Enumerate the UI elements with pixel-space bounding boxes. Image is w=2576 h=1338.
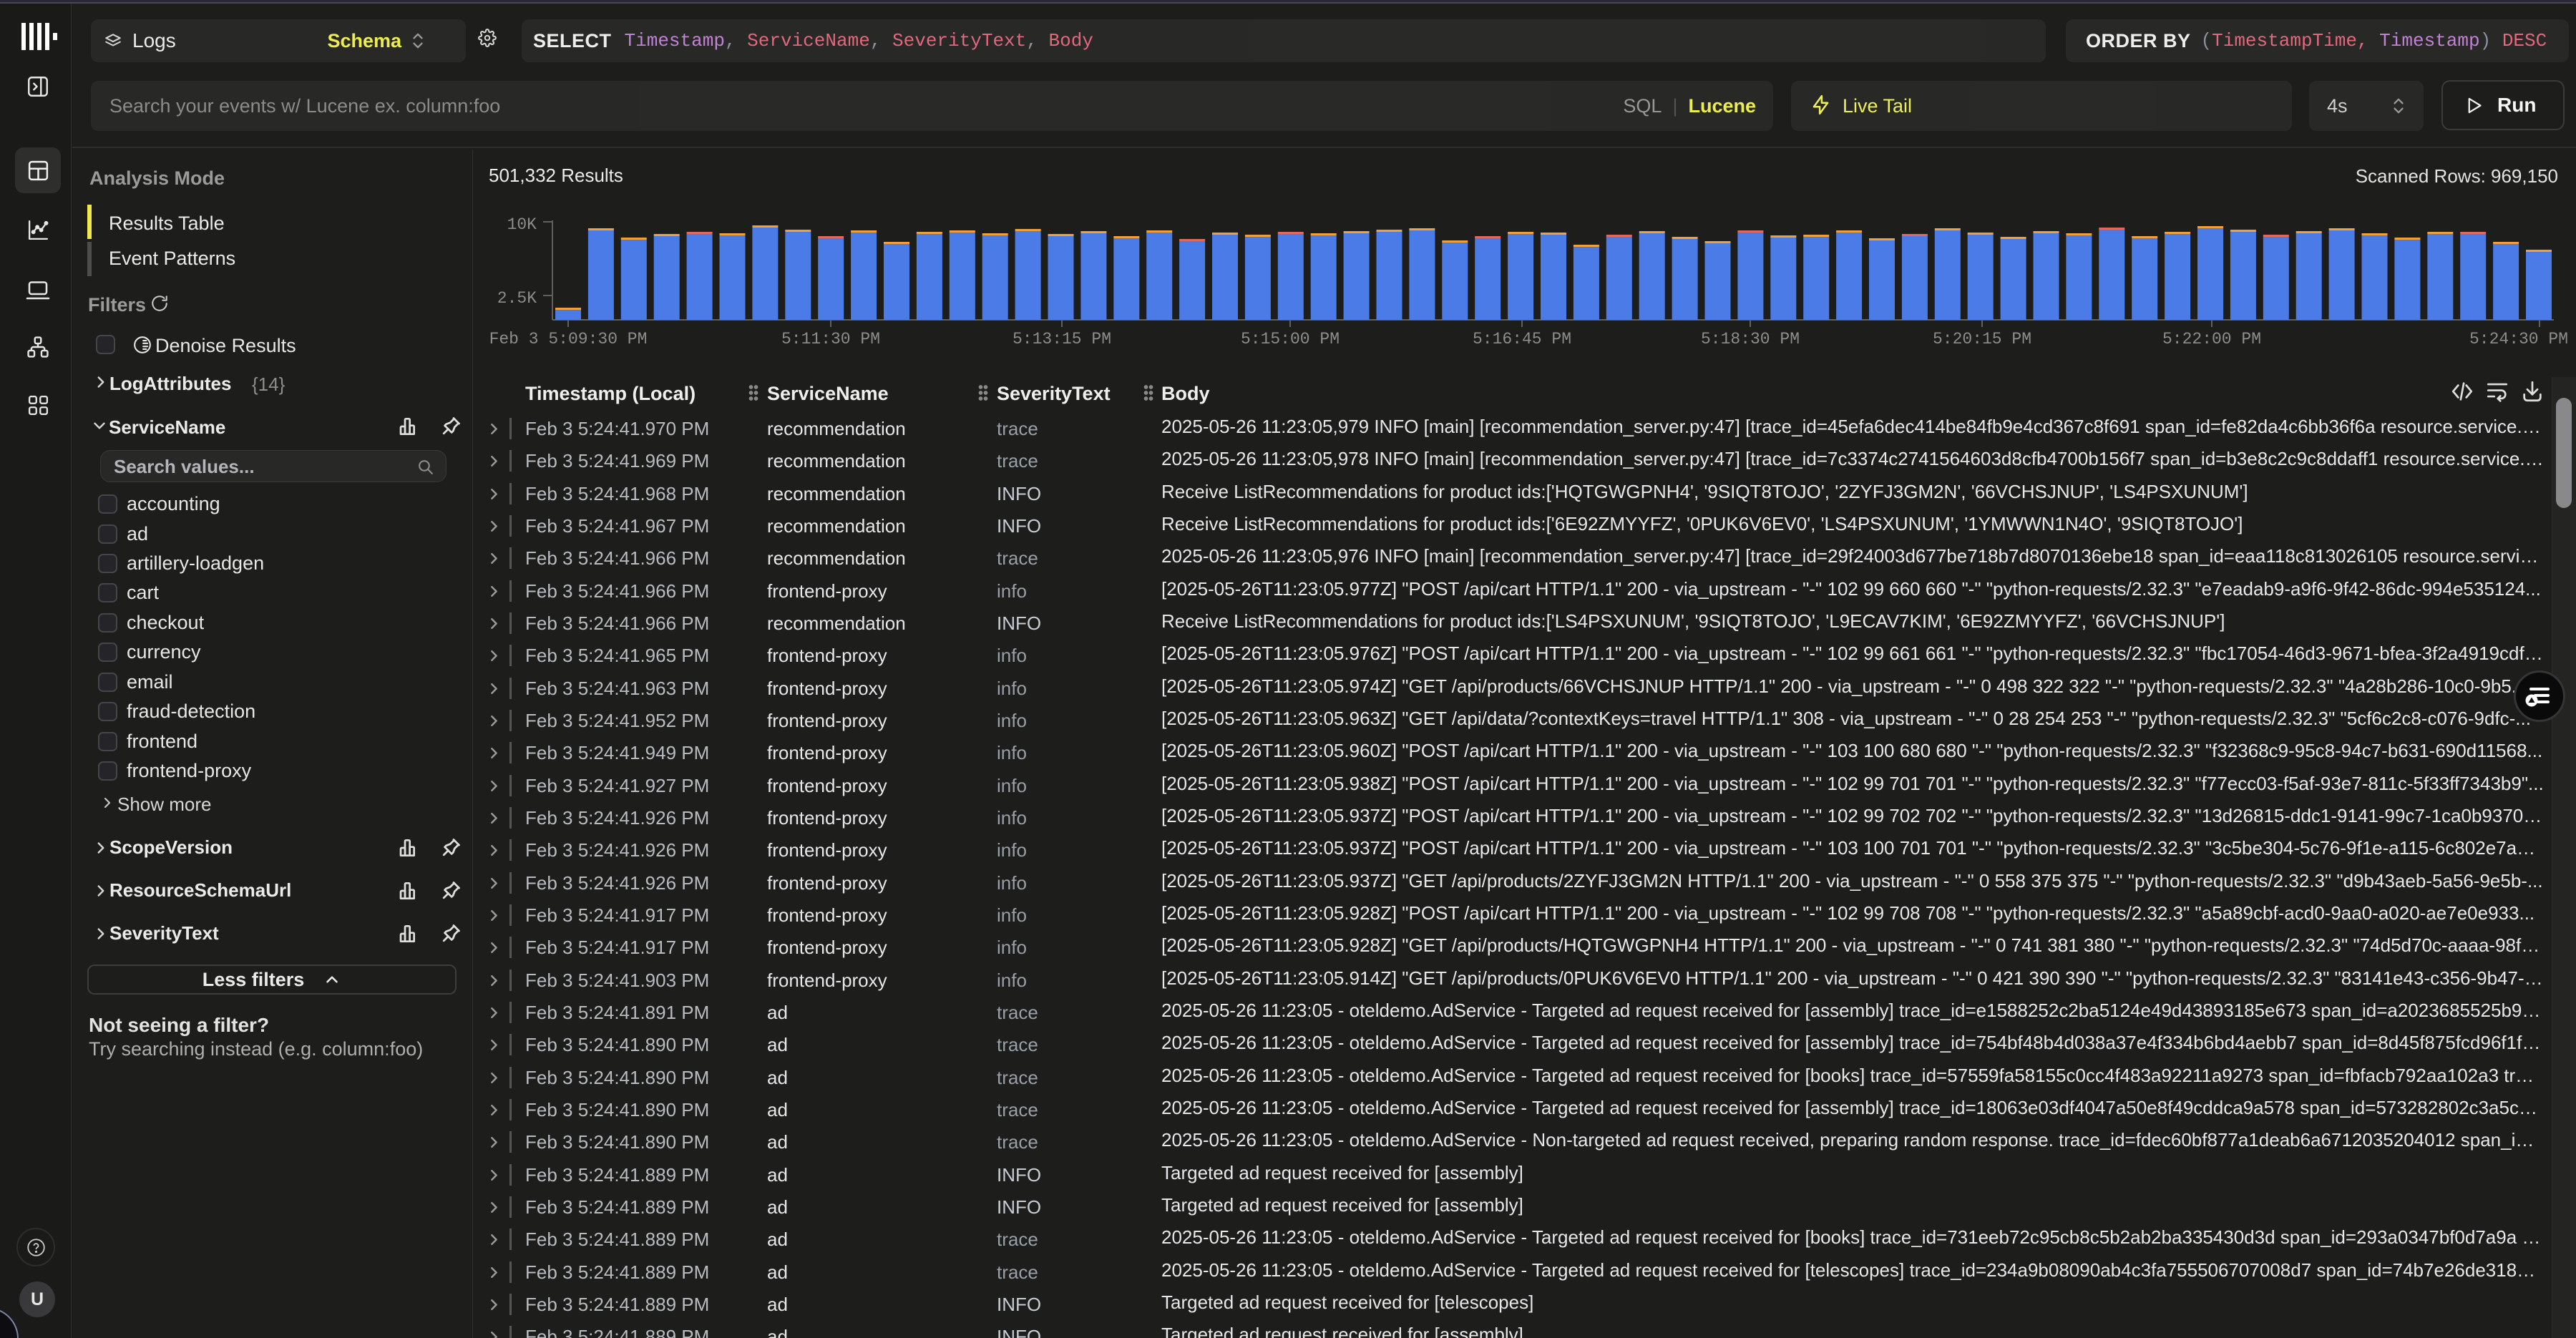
svg-text:5:24:30 PM: 5:24:30 PM [2469,330,2568,348]
svg-text:5:18:30 PM: 5:18:30 PM [1701,330,1800,348]
svg-text:5:22:00 PM: 5:22:00 PM [2162,330,2261,348]
svg-text:5:16:45 PM: 5:16:45 PM [1473,330,1571,348]
svg-text:5:11:30 PM: 5:11:30 PM [781,330,880,348]
svg-text:5:13:15 PM: 5:13:15 PM [1013,330,1111,348]
svg-text:Feb 3 5:09:30 PM: Feb 3 5:09:30 PM [489,330,648,348]
svg-text:5:15:00 PM: 5:15:00 PM [1241,330,1340,348]
svg-text:10K: 10K [507,215,537,234]
svg-text:2.5K: 2.5K [497,289,537,308]
svg-text:5:20:15 PM: 5:20:15 PM [1933,330,2031,348]
